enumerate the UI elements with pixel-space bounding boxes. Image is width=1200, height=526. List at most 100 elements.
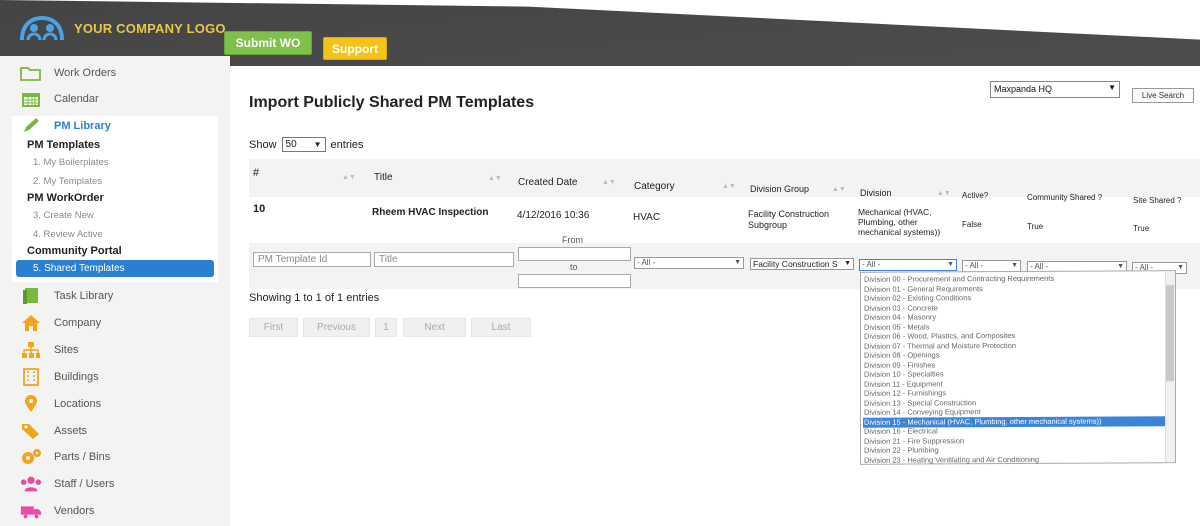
sidebar-item-task-library[interactable]: Task Library [20, 285, 113, 307]
sort-icon[interactable]: ▲▼ [342, 174, 356, 181]
sidebar-item-work-orders[interactable]: Work Orders [20, 62, 116, 84]
chevron-down-icon: ▼ [313, 140, 322, 149]
users-icon [20, 475, 42, 493]
chevron-down-icon: ▼ [1177, 264, 1184, 271]
col-header-division-group[interactable]: Division Group [750, 184, 809, 194]
sort-icon[interactable]: ▲▼ [488, 175, 502, 182]
category-filter[interactable]: - All - ▼ [634, 257, 744, 269]
sidebar-subitem-my-templates[interactable]: 2. My Templates [33, 176, 102, 187]
map-pin-icon [20, 395, 42, 413]
date-from-filter[interactable] [518, 247, 631, 261]
community-shared-filter-value: - All - [1030, 262, 1049, 271]
title-filter[interactable]: Title [374, 252, 514, 267]
live-search-button[interactable]: Live Search [1132, 88, 1194, 103]
pager-next-button[interactable]: Next [403, 318, 466, 337]
row-active: False [962, 220, 982, 229]
truck-icon [20, 502, 42, 520]
sort-icon[interactable]: ▲▼ [937, 190, 951, 197]
logo-mark-icon [18, 14, 66, 42]
entries-label: entries [330, 138, 364, 151]
sitemap-icon [20, 341, 42, 359]
sidebar-subitem-shared-templates[interactable]: 5. Shared Templates [16, 260, 214, 277]
chevron-down-icon: ▼ [947, 261, 954, 268]
row-community-shared: True [1027, 222, 1044, 231]
row-title[interactable]: Rheem HVAC Inspection [372, 207, 489, 218]
pager-previous-button[interactable]: Previous [303, 318, 370, 337]
row-site-shared: True [1133, 224, 1150, 233]
tags-icon [20, 422, 42, 440]
building-icon [20, 368, 42, 386]
col-header-category[interactable]: Category [634, 181, 675, 192]
sidebar-item-label: Staff / Users [54, 478, 115, 490]
sidebar-item-label: Company [54, 317, 102, 329]
support-button[interactable]: Support [323, 37, 387, 60]
gears-icon [20, 448, 42, 466]
sort-icon[interactable]: ▲▼ [722, 183, 736, 190]
col-header-number[interactable]: # [253, 167, 259, 179]
col-header-created-date[interactable]: Created Date [518, 177, 577, 188]
col-header-active[interactable]: Active? [962, 191, 988, 200]
chevron-down-icon: ▼ [1011, 262, 1018, 269]
sidebar-item-sites[interactable]: Sites [20, 339, 78, 361]
sidebar-item-company[interactable]: Company [20, 312, 101, 334]
sidebar-item-label: Sites [54, 344, 79, 356]
sidebar-item-staff-users[interactable]: Staff / Users [20, 473, 114, 495]
folder-icon [20, 64, 42, 82]
col-header-community-shared[interactable]: Community Shared ? [1027, 193, 1102, 202]
row-created-date: 4/12/2016 10:36 [517, 210, 590, 221]
page-title: Import Publicly Shared PM Templates [249, 94, 535, 111]
calendar-icon [20, 90, 42, 108]
sidebar-subitem-my-boilerplates[interactable]: 1. My Boilerplates [33, 157, 109, 168]
dropdown-option[interactable]: Division 23 - Heating Ventilating and Ai… [863, 454, 1165, 466]
sort-icon[interactable]: ▲▼ [832, 186, 846, 193]
sidebar-item-label: Vendors [54, 505, 95, 517]
division-dropdown-list[interactable]: Division 00 - Procurement and Contractin… [860, 270, 1176, 465]
sidebar-item-vendors[interactable]: Vendors [20, 500, 94, 522]
entries-select[interactable]: 50 ▼ [281, 137, 326, 152]
chevron-down-icon: ▼ [844, 260, 851, 267]
chevron-down-icon: ▼ [1108, 83, 1116, 92]
sidebar-item-label: Locations [54, 398, 102, 410]
sidebar-subitem-create-new[interactable]: 3. Create New [33, 210, 94, 221]
pager-first-button[interactable]: First [249, 318, 298, 337]
sidebar-item-pm-library[interactable]: PM Library [20, 117, 111, 135]
entries-select-value: 50 [285, 139, 297, 150]
sidebar-item-label: Task Library [54, 290, 114, 302]
col-header-title[interactable]: Title [374, 172, 393, 183]
pm-template-id-filter[interactable]: PM Template Id [253, 252, 371, 267]
row-number: 10 [253, 203, 266, 215]
sidebar-item-parts-bins[interactable]: Parts / Bins [20, 446, 110, 468]
col-header-site-shared[interactable]: Site Shared ? [1133, 196, 1181, 205]
row-division: Mechanical (HVAC, Plumbing, other mechan… [858, 207, 941, 237]
company-logo[interactable]: YOUR COMPANY LOGO [18, 14, 226, 42]
sidebar-subitem-review-active[interactable]: 4. Review Active [33, 229, 103, 240]
col-header-division[interactable]: Division [860, 188, 892, 198]
row-category: HVAC [633, 212, 661, 223]
date-to-filter[interactable] [518, 274, 631, 288]
sidebar-item-label: Parts / Bins [54, 451, 111, 463]
show-label: Show [249, 138, 277, 151]
book-icon [20, 287, 42, 305]
sort-icon[interactable]: ▲▼ [602, 179, 616, 186]
dropdown-scrollbar[interactable] [1165, 271, 1175, 463]
dropdown-scrollbar-thumb[interactable] [1166, 285, 1174, 382]
sidebar-item-locations[interactable]: Locations [20, 393, 101, 415]
sidebar-item-assets[interactable]: Assets [20, 420, 87, 442]
pm-workorder-heading: PM WorkOrder [27, 192, 104, 204]
division-filter[interactable]: - All - ▼ [859, 259, 957, 271]
pager-page-1[interactable]: 1 [375, 318, 397, 337]
active-filter-value: - All - [965, 261, 984, 270]
pager-last-button[interactable]: Last [471, 318, 531, 337]
community-portal-heading: Community Portal [27, 245, 122, 257]
home-icon [20, 314, 42, 332]
division-group-filter[interactable]: Facility Construction S ▼ [750, 258, 854, 270]
to-label: to [570, 262, 578, 272]
from-label: From [562, 235, 583, 245]
sidebar-item-label: Assets [54, 425, 88, 437]
site-select[interactable]: Maxpanda HQ ▼ [990, 81, 1120, 98]
sidebar-item-calendar[interactable]: Calendar [20, 88, 99, 110]
division-group-filter-value: Facility Construction S [753, 259, 838, 269]
sidebar-item-buildings[interactable]: Buildings [20, 366, 99, 388]
site-select-value: Maxpanda HQ [994, 84, 1053, 94]
submit-wo-button[interactable]: Submit WO [224, 31, 312, 55]
